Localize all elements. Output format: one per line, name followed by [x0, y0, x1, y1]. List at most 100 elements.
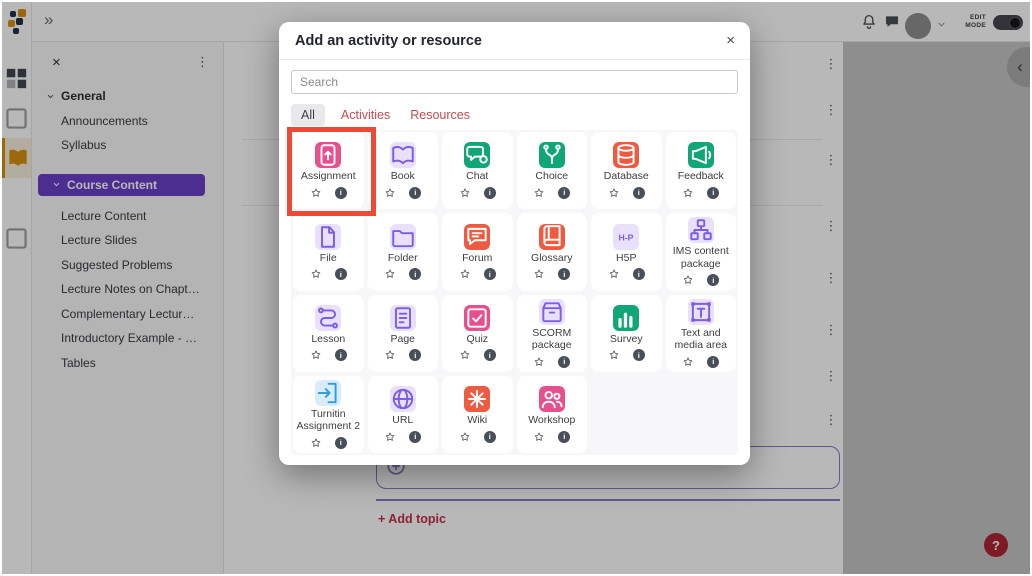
activity-tile-turnitin-assignment-2[interactable]: Turnitin Assignment 2 i	[293, 376, 364, 453]
tile-actions: i	[608, 187, 645, 199]
activity-tile-lesson[interactable]: Lessoni	[293, 295, 364, 372]
route-icon	[315, 305, 341, 331]
tile-actions: i	[682, 356, 719, 368]
star-outline-icon[interactable]	[310, 437, 322, 449]
info-icon[interactable]: i	[484, 187, 496, 199]
info-icon[interactable]: i	[558, 187, 570, 199]
info-icon[interactable]: i	[484, 431, 496, 443]
tab-resources[interactable]: Resources	[400, 104, 480, 126]
activity-tile-forum[interactable]: Forumi	[442, 213, 513, 290]
bar-chart-icon	[613, 305, 639, 331]
activity-tile-folder[interactable]: Folderi	[368, 213, 439, 290]
modal-title: Add an activity or resource	[295, 33, 482, 49]
activity-tile-file[interactable]: File i	[293, 213, 364, 290]
tile-actions: i	[608, 268, 645, 280]
activity-tile-text-and-media-area[interactable]: Text and media areai	[666, 295, 737, 372]
activity-tile-workshop[interactable]: Workshopi	[517, 376, 588, 453]
activity-tile-choice[interactable]: Choice i	[517, 132, 588, 209]
tile-actions: i	[310, 437, 347, 449]
people-icon	[539, 386, 565, 412]
activity-tile-feedback[interactable]: Feedback i	[666, 132, 737, 209]
info-icon[interactable]: i	[707, 356, 719, 368]
globe-icon	[390, 386, 416, 412]
star-outline-icon[interactable]	[608, 349, 620, 361]
star-outline-icon[interactable]	[459, 349, 471, 361]
star-outline-icon[interactable]	[682, 187, 694, 199]
folder-icon	[390, 224, 416, 250]
megaphone-icon	[688, 142, 714, 168]
star-outline-icon[interactable]	[459, 268, 471, 280]
tile-actions: i	[682, 187, 719, 199]
activity-tile-survey[interactable]: Surveyi	[591, 295, 662, 372]
star-outline-icon[interactable]	[533, 187, 545, 199]
activity-tile-grid: AssignmentiBookiChatiChoiceiDatabaseiFee…	[291, 130, 738, 455]
activity-tile-book[interactable]: Booki	[368, 132, 439, 209]
info-icon[interactable]: i	[633, 187, 645, 199]
activity-tile-label: File	[320, 252, 337, 265]
info-icon[interactable]: i	[409, 431, 421, 443]
activity-tile-scorm-package[interactable]: SCORM packagei	[517, 295, 588, 372]
info-icon[interactable]: i	[558, 431, 570, 443]
close-modal-icon[interactable]: ×	[726, 32, 735, 49]
info-icon[interactable]: i	[707, 274, 719, 286]
tile-actions: i	[310, 268, 347, 280]
activity-tile-chat[interactable]: Chati	[442, 132, 513, 209]
tab-all[interactable]: All	[291, 104, 325, 126]
chooser-tabs: All ActivitiesResources	[291, 102, 738, 128]
star-outline-icon[interactable]	[384, 431, 396, 443]
activity-tile-label: Turnitin Assignment 2	[295, 408, 362, 433]
activity-tile-label: Feedback	[678, 170, 724, 183]
star-outline-icon[interactable]	[384, 268, 396, 280]
star-outline-icon[interactable]	[459, 431, 471, 443]
star-outline-icon[interactable]	[533, 431, 545, 443]
activity-tile-wiki[interactable]: Wiki i	[442, 376, 513, 453]
info-icon[interactable]: i	[335, 437, 347, 449]
search-input[interactable]	[291, 70, 738, 94]
activity-tile-url[interactable]: URL i	[368, 376, 439, 453]
activity-tile-h5p[interactable]: H-PH5Pi	[591, 213, 662, 290]
info-icon[interactable]: i	[409, 187, 421, 199]
info-icon[interactable]: i	[409, 268, 421, 280]
tile-actions: i	[384, 349, 421, 361]
info-icon[interactable]: i	[558, 356, 570, 368]
star-outline-icon[interactable]	[310, 268, 322, 280]
activity-tile-label: URL	[392, 414, 413, 427]
info-icon[interactable]: i	[707, 187, 719, 199]
star-outline-icon[interactable]	[459, 187, 471, 199]
activity-tile-assignment[interactable]: Assignmenti	[293, 132, 364, 209]
activity-tile-quiz[interactable]: Quizi	[442, 295, 513, 372]
activity-tile-label: Choice	[535, 170, 568, 183]
star-outline-icon[interactable]	[384, 187, 396, 199]
glossary-book-icon	[539, 224, 565, 250]
activity-tile-page[interactable]: Pagei	[368, 295, 439, 372]
star-outline-icon[interactable]	[608, 187, 620, 199]
info-icon[interactable]: i	[484, 268, 496, 280]
activity-tile-ims-content-package[interactable]: IMS content packagei	[666, 213, 737, 290]
star-outline-icon[interactable]	[384, 349, 396, 361]
star-outline-icon[interactable]	[533, 356, 545, 368]
star-outline-icon[interactable]	[682, 274, 694, 286]
door-arrow-icon	[315, 380, 341, 406]
star-outline-icon[interactable]	[533, 268, 545, 280]
info-icon[interactable]: i	[633, 268, 645, 280]
info-icon[interactable]: i	[335, 349, 347, 361]
activity-tile-label: Wiki	[467, 414, 487, 427]
star-outline-icon[interactable]	[682, 356, 694, 368]
org-chart-icon	[688, 217, 714, 243]
tile-actions: i	[384, 268, 421, 280]
info-icon[interactable]: i	[633, 349, 645, 361]
chat-bubbles-icon	[464, 142, 490, 168]
tile-actions: i	[384, 187, 421, 199]
tab-activities[interactable]: Activities	[331, 104, 400, 126]
activity-tile-glossary[interactable]: Glossaryi	[517, 213, 588, 290]
info-icon[interactable]: i	[335, 268, 347, 280]
info-icon[interactable]: i	[335, 187, 347, 199]
star-outline-icon[interactable]	[310, 187, 322, 199]
info-icon[interactable]: i	[409, 349, 421, 361]
info-icon[interactable]: i	[558, 268, 570, 280]
activity-tile-database[interactable]: Databasei	[591, 132, 662, 209]
star-outline-icon[interactable]	[310, 349, 322, 361]
tile-actions: i	[459, 268, 496, 280]
info-icon[interactable]: i	[484, 349, 496, 361]
star-outline-icon[interactable]	[608, 268, 620, 280]
